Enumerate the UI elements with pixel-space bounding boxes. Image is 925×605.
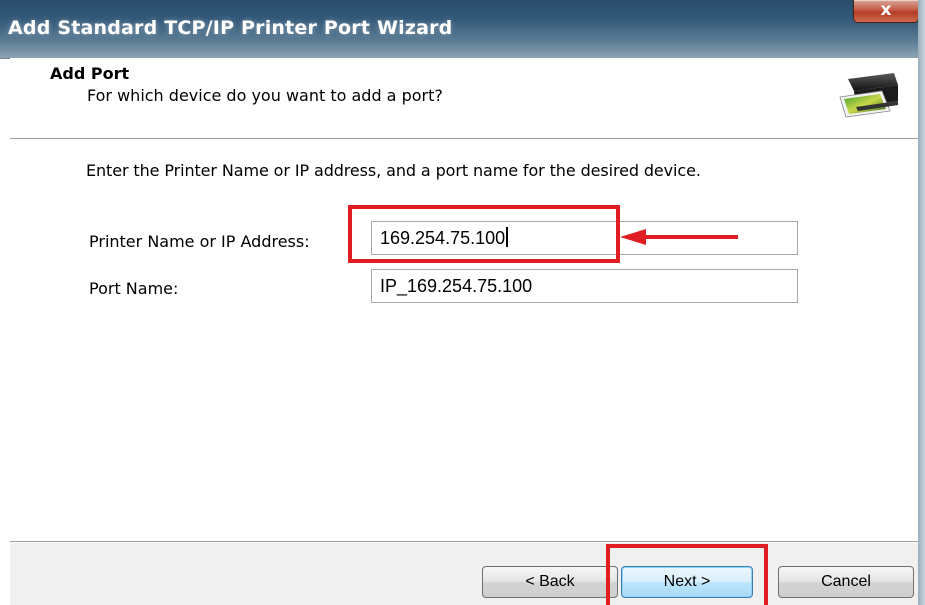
wizard-content: Enter the Printer Name or IP address, an… (10, 140, 918, 540)
instructions-text: Enter the Printer Name or IP address, an… (86, 161, 701, 180)
title-bar: Add Standard TCP/IP Printer Port Wizard … (0, 0, 925, 59)
port-name-label: Port Name: (89, 279, 179, 298)
wizard-footer: < Back Next > Cancel (10, 543, 918, 605)
wizard-header: Add Port For which device do you want to… (10, 58, 918, 137)
window-frame-edge (918, 0, 925, 605)
next-highlight-box (606, 544, 768, 605)
close-icon: x (880, 0, 892, 20)
page-title: Add Port (50, 64, 130, 83)
wizard-window: Add Standard TCP/IP Printer Port Wizard … (0, 0, 925, 605)
annotation-arrow-icon (620, 229, 738, 245)
printer-address-label: Printer Name or IP Address: (89, 232, 310, 251)
window-title: Add Standard TCP/IP Printer Port Wizard (8, 17, 453, 39)
back-button[interactable]: < Back (482, 566, 618, 598)
page-subtitle: For which device do you want to add a po… (87, 86, 443, 105)
port-name-value: IP_169.254.75.100 (380, 276, 533, 296)
ip-highlight-box (348, 205, 620, 263)
cancel-button[interactable]: Cancel (778, 566, 914, 598)
close-button[interactable]: x (853, 0, 919, 23)
port-name-input[interactable]: IP_169.254.75.100 (371, 269, 798, 303)
printer-icon (839, 73, 898, 118)
